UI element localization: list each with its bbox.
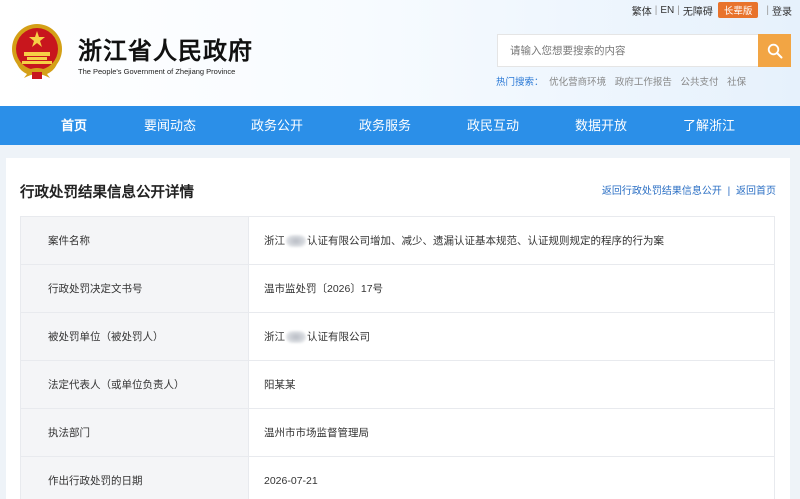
penalty-date-value: 2026-07-21 xyxy=(248,456,775,499)
legal-representative-value: 阳某某 xyxy=(248,360,775,409)
accessibility-link[interactable]: 无障碍 xyxy=(683,3,713,18)
search-bar xyxy=(497,34,791,67)
hot-search-item[interactable]: 优化营商环境 xyxy=(549,77,606,88)
search-button[interactable] xyxy=(758,34,791,67)
table-row: 行政处罚决定文书号 温市监处罚〔2026〕17号 xyxy=(20,264,775,313)
hot-search-item[interactable]: 政府工作报告 xyxy=(615,77,672,88)
top-links: 繁体 | EN | 无障碍 长辈版 | 登录 xyxy=(632,2,792,18)
divider: | xyxy=(727,186,731,197)
case-name-label: 案件名称 xyxy=(20,216,249,265)
hot-search-item[interactable]: 社保 xyxy=(727,77,746,88)
decision-number-value: 温市监处罚〔2026〕17号 xyxy=(248,264,775,313)
decision-number-label: 行政处罚决定文书号 xyxy=(20,264,249,313)
site-subtitle: The People's Government of Zhejiang Prov… xyxy=(78,67,236,76)
elder-mode-button[interactable]: 长辈版 xyxy=(717,2,759,18)
search-input[interactable] xyxy=(498,35,758,66)
hot-search-label: 热门搜索： xyxy=(496,77,544,88)
site-header: 浙江省人民政府 The People's Government of Zheji… xyxy=(0,0,800,106)
detail-panel: 行政处罚结果信息公开详情 返回行政处罚结果信息公开 | 返回首页 案件名称 浙江… xyxy=(6,158,790,499)
penalized-party-label: 被处罚单位（被处罚人） xyxy=(20,312,249,361)
traditional-chinese-link[interactable]: 繁体 xyxy=(632,3,652,18)
enforcement-department-value: 温州市市场监督管理局 xyxy=(248,408,775,457)
table-row: 执法部门 温州市市场监督管理局 xyxy=(20,408,775,457)
redacted-text xyxy=(286,331,306,344)
site-title[interactable]: 浙江省人民政府 xyxy=(78,31,253,66)
nav-item-interaction[interactable]: 政民互动 xyxy=(467,106,519,145)
case-name-suffix: 认证有限公司增加、减少、遗漏认证基本规范、认证规则规定的程序的行为案 xyxy=(307,235,664,247)
nav-item-home[interactable]: 首页 xyxy=(61,106,87,145)
divider: | xyxy=(654,4,658,16)
nav-item-open-data[interactable]: 数据开放 xyxy=(575,106,627,145)
main-nav: 首页 要闻动态 政务公开 政务服务 政民互动 数据开放 了解浙江 xyxy=(0,106,800,145)
penalty-info-table: 案件名称 浙江 认证有限公司增加、减少、遗漏认证基本规范、认证规则规定的程序的行为… xyxy=(20,216,775,499)
case-name-prefix: 浙江 xyxy=(264,235,285,247)
page-title: 行政处罚结果信息公开详情 xyxy=(20,185,194,201)
hot-search: 热门搜索： 优化营商环境 政府工作报告 公共支付 社保 xyxy=(496,74,752,88)
case-name-value: 浙江 认证有限公司增加、减少、遗漏认证基本规范、认证规则规定的程序的行为案 xyxy=(248,216,775,265)
search-icon xyxy=(767,43,782,58)
login-link[interactable]: 登录 xyxy=(772,3,792,18)
enforcement-department-label: 执法部门 xyxy=(20,408,249,457)
table-row: 被处罚单位（被处罚人） 浙江 认证有限公司 xyxy=(20,312,775,361)
nav-item-about-zhejiang[interactable]: 了解浙江 xyxy=(683,106,735,145)
penalized-party-value: 浙江 认证有限公司 xyxy=(248,312,775,361)
table-row: 作出行政处罚的日期 2026-07-21 xyxy=(20,456,775,499)
divider: | xyxy=(677,4,680,16)
table-row: 法定代表人（或单位负责人） 阳某某 xyxy=(20,360,775,409)
table-row: 案件名称 浙江 认证有限公司增加、减少、遗漏认证基本规范、认证规则规定的程序的行为… xyxy=(20,216,775,265)
hot-search-item[interactable]: 公共支付 xyxy=(680,77,718,88)
party-prefix: 浙江 xyxy=(264,331,285,343)
party-suffix: 认证有限公司 xyxy=(307,331,370,343)
english-link[interactable]: EN xyxy=(660,5,674,16)
nav-item-government-affairs[interactable]: 政务公开 xyxy=(251,106,303,145)
penalty-date-label: 作出行政处罚的日期 xyxy=(20,456,249,499)
back-to-home-link[interactable]: 返回首页 xyxy=(736,186,776,197)
legal-representative-label: 法定代表人（或单位负责人） xyxy=(20,360,249,409)
nav-item-news[interactable]: 要闻动态 xyxy=(144,106,196,145)
redacted-text xyxy=(286,235,306,248)
divider: | xyxy=(766,4,769,16)
nav-item-services[interactable]: 政务服务 xyxy=(359,106,411,145)
national-emblem-icon xyxy=(12,24,62,79)
back-to-list-link[interactable]: 返回行政处罚结果信息公开 xyxy=(602,186,722,197)
breadcrumb: 返回行政处罚结果信息公开 | 返回首页 xyxy=(602,182,776,197)
